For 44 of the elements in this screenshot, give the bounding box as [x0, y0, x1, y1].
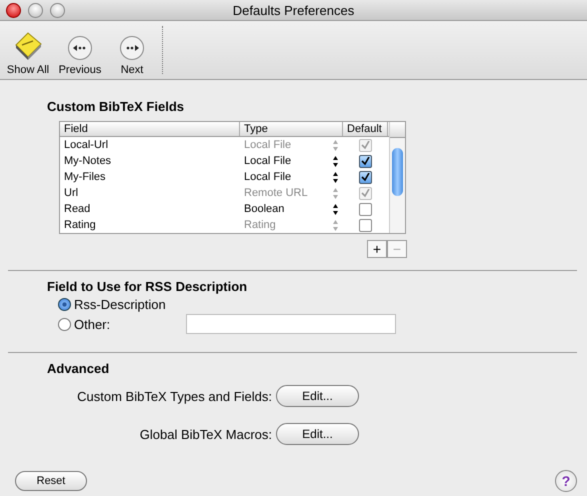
field-name: My-Notes	[63, 155, 112, 167]
column-header[interactable]: Field	[60, 122, 240, 136]
add-button[interactable]: +	[367, 240, 387, 258]
setting-label: Custom BibTeX Types and Fields:	[77, 388, 272, 404]
field-name: Rating	[63, 219, 97, 231]
close-button[interactable]	[6, 2, 21, 18]
window-title: Defaults Preferences	[232, 2, 354, 18]
help-button[interactable]: ?	[555, 470, 577, 492]
field-name: Url	[63, 187, 80, 199]
scrollbar[interactable]	[389, 122, 405, 233]
zoom-button[interactable]	[50, 2, 65, 18]
toolbar-button[interactable]: Show All	[2, 29, 54, 76]
radio-label[interactable]: Rss-Description	[74, 296, 166, 312]
edit-button[interactable]: Edit...	[276, 423, 359, 445]
toolbar-button[interactable]: Previous	[54, 35, 106, 76]
stepper-icon[interactable]	[332, 204, 338, 214]
toolbar-button[interactable]: Next	[106, 35, 158, 76]
default-checkbox[interactable]	[359, 202, 372, 216]
default-checkbox[interactable]	[359, 170, 372, 184]
type-cell-text: Local File	[243, 155, 292, 167]
setting-label: Global BibTeX Macros:	[140, 426, 272, 442]
column-header[interactable]: Type	[240, 122, 343, 136]
type-cell-text: Rating	[243, 219, 277, 231]
default-checkbox[interactable]	[359, 154, 372, 168]
input-field[interactable]	[186, 314, 396, 334]
radio-button[interactable]	[58, 318, 71, 330]
edit-button[interactable]: Edit...	[276, 385, 359, 407]
column-header[interactable]: Default	[343, 122, 388, 136]
field-name: My-Files	[63, 171, 107, 183]
section-heading: Custom BibTeX Fields	[46, 99, 185, 114]
type-cell-text: Remote URL	[243, 187, 309, 199]
field-name: Read	[63, 203, 92, 215]
type-cell-text: Boolean	[243, 203, 286, 215]
type-cell-text: Local File	[243, 139, 292, 151]
section-heading: Advanced	[46, 361, 110, 376]
section-heading: Field to Use for RSS Description	[46, 279, 248, 294]
field-name: Local-Url	[63, 139, 110, 151]
reset-button[interactable]: Reset	[15, 471, 87, 491]
type-cell-text: Local File	[243, 171, 292, 183]
radio-button[interactable]	[58, 298, 71, 310]
stepper-icon[interactable]	[332, 172, 338, 182]
stepper-icon[interactable]	[332, 156, 338, 166]
radio-label[interactable]: Other:	[74, 316, 110, 332]
minimize-button[interactable]	[28, 2, 43, 18]
